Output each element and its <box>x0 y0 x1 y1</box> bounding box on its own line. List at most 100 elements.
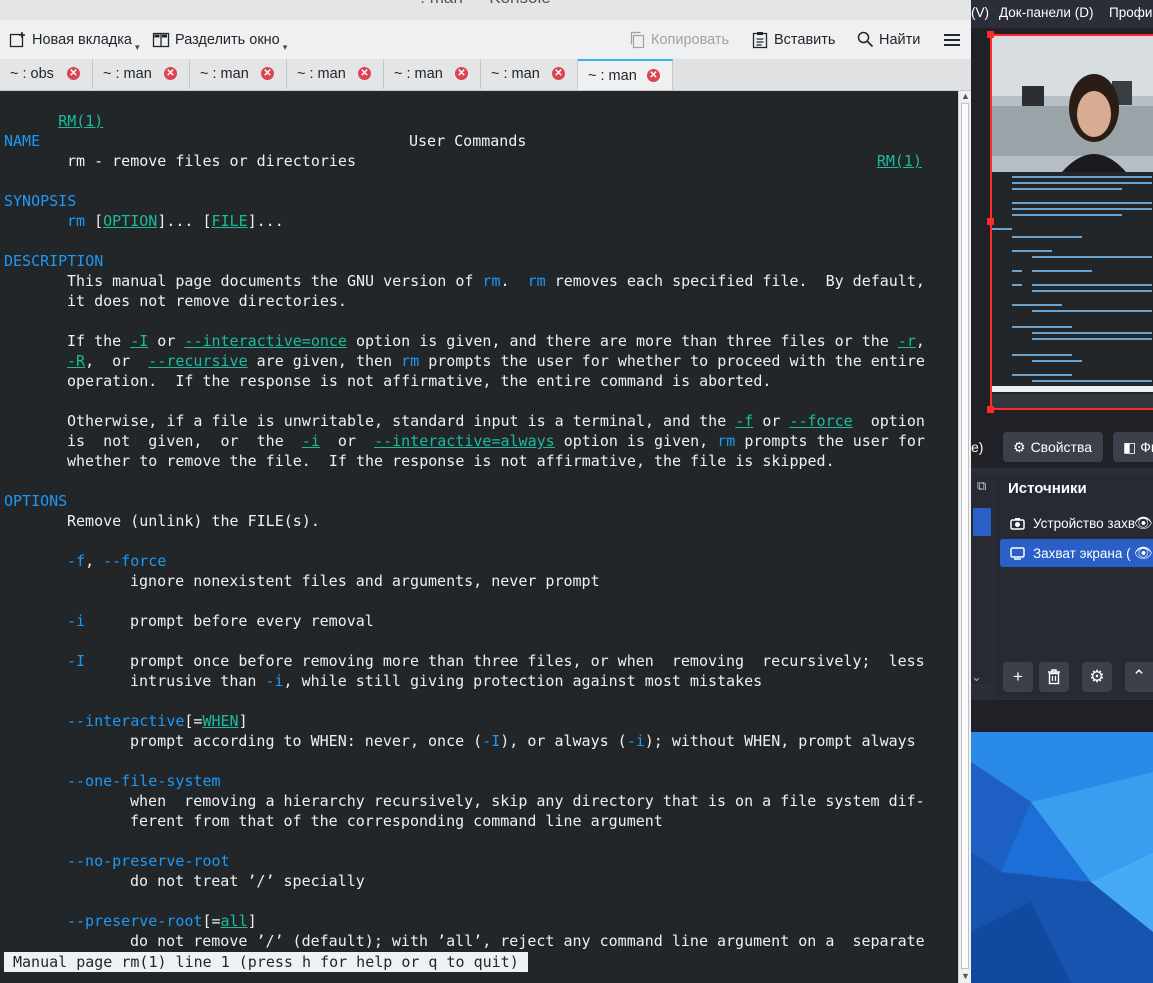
window-titlebar[interactable]: : man — Konsole <box>0 0 971 20</box>
split-view-label: Разделить окно <box>175 31 280 48</box>
option-no-preserve-root: --no-preserve-root <box>67 852 230 870</box>
new-tab-label: Новая вкладка <box>32 31 132 48</box>
section-heading-description: DESCRIPTION <box>4 252 104 270</box>
preview-image <box>992 36 1153 408</box>
close-tab-icon[interactable]: ✕ <box>647 69 660 82</box>
filters-label: Фи <box>1140 439 1153 455</box>
close-tab-icon[interactable]: ✕ <box>358 67 371 80</box>
konsole-window: : man — Konsole Новая вкладка▾ Разделить… <box>0 0 971 983</box>
close-tab-icon[interactable]: ✕ <box>455 67 468 80</box>
menu-docks[interactable]: Док-панели (D) <box>999 5 1093 20</box>
move-up-button[interactable]: ⌃ <box>1125 662 1153 692</box>
scroll-down-icon[interactable]: ▼ <box>960 971 971 981</box>
source-properties-button[interactable]: ⚙ <box>1082 662 1112 692</box>
wallpaper-image <box>971 732 1153 983</box>
synopsis-text: rm [OPTION]... [FILE]... <box>67 212 284 230</box>
search-icon <box>857 31 874 48</box>
desc-p2-line2: -R, or --recursive are given, then rm pr… <box>67 352 925 370</box>
obs-bottom-strip <box>971 700 1153 732</box>
tab-man-5[interactable]: ~ : man ✕ <box>481 59 578 89</box>
resize-handle[interactable] <box>987 406 994 413</box>
obs-context-bar: e) ⚙Свойства ◧Фи <box>971 430 1153 464</box>
man-header-left[interactable]: RM(1) <box>58 112 103 130</box>
tab-bar: ~ : obs ✕ ~ : man ✕ ~ : man ✕ ~ : man ✕ ~ : … <box>0 59 971 91</box>
tab-man-2[interactable]: ~ : man ✕ <box>190 59 287 89</box>
option-force: -f, --force <box>67 552 167 570</box>
section-heading-name: NAME <box>4 132 41 150</box>
obs-preview[interactable] <box>990 34 1153 410</box>
eye-icon[interactable]: 👁 <box>1134 514 1153 532</box>
properties-label: Свойства <box>1030 439 1093 455</box>
find-button[interactable]: Найти <box>857 20 920 59</box>
tab-man-4[interactable]: ~ : man ✕ <box>384 59 481 89</box>
resize-handle[interactable] <box>987 218 994 225</box>
chevron-up-icon: ⌃ <box>1131 667 1147 686</box>
plus-icon: + <box>1013 667 1023 686</box>
trash-icon <box>1048 669 1060 685</box>
properties-button[interactable]: ⚙ Свойства <box>1003 432 1103 462</box>
chevron-down-icon[interactable]: ⌄ <box>971 662 982 692</box>
undock-icon[interactable]: ⧉ <box>977 478 986 494</box>
desktop-wallpaper <box>971 732 1153 983</box>
menu-profile[interactable]: Профи <box>1109 5 1152 20</box>
pager-status-line: Manual page rm(1) line 1 (press h for he… <box>4 952 528 972</box>
man-header-right[interactable]: RM(1) <box>877 151 922 171</box>
option-one-file-system-desc-1: when removing a hierarchy recursively, s… <box>130 792 925 810</box>
chevron-down-icon: ▾ <box>134 42 140 52</box>
chevron-down-icon: ▾ <box>282 42 288 52</box>
source-item-screen-capture[interactable]: Захват экрана ( 👁 <box>1000 539 1153 567</box>
terminal-view[interactable]: RM(1) User Commands RM(1) NAME rm - remo… <box>0 91 958 983</box>
option-i: -i <box>67 612 86 630</box>
remove-source-button[interactable] <box>1039 662 1069 692</box>
option-I-desc-line1: prompt once before removing more than th… <box>130 652 925 670</box>
desc-p1-line1: This manual page documents the GNU versi… <box>67 272 925 290</box>
tab-label: ~ : man <box>491 66 540 82</box>
split-view-button[interactable]: Разделить окно ▾ <box>152 20 287 59</box>
option-preserve-root-desc: do not remove ’/’ (default); with ’all’,… <box>130 932 925 950</box>
man-header: RM(1) User Commands RM(1) <box>4 91 922 170</box>
desc-p2-line3: operation. If the response is not affirm… <box>67 372 772 390</box>
paste-label: Вставить <box>774 31 836 48</box>
source-label: Захват экрана ( <box>1033 545 1131 561</box>
man-header-center: User Commands <box>409 132 527 150</box>
close-tab-icon[interactable]: ✕ <box>552 67 565 80</box>
desc-p1-line2: it does not remove directories. <box>67 292 347 310</box>
copy-label: Копировать <box>651 31 730 48</box>
add-source-button[interactable]: + <box>1003 662 1033 692</box>
scrollbar-thumb[interactable] <box>961 103 969 969</box>
option-i-desc: prompt before every removal <box>130 612 374 630</box>
scroll-up-icon[interactable]: ▲ <box>960 91 971 101</box>
hamburger-menu-icon <box>944 33 960 46</box>
close-tab-icon[interactable]: ✕ <box>67 67 80 80</box>
menu-view[interactable]: (V) <box>971 5 989 20</box>
hamburger-menu-button[interactable] <box>943 20 966 59</box>
tab-label: ~ : man <box>588 67 637 84</box>
desc-p3-line2: is not given, or the -i or --interactive… <box>67 432 925 450</box>
paste-button[interactable]: Вставить <box>752 20 835 59</box>
desc-p3-line1: Otherwise, if a file is unwritable, stan… <box>67 412 925 430</box>
option-I: -I <box>67 652 86 670</box>
new-tab-button[interactable]: Новая вкладка ▾ <box>9 20 139 59</box>
terminal-scrollbar[interactable]: ▲ ▼ <box>958 91 971 983</box>
option-force-desc: ignore nonexistent files and arguments, … <box>130 572 600 590</box>
filter-icon: ◧ <box>1123 438 1137 455</box>
close-tab-icon[interactable]: ✕ <box>261 67 274 80</box>
new-tab-icon <box>9 31 25 47</box>
filters-button[interactable]: ◧Фи <box>1113 432 1153 462</box>
scene-button-tail: e) <box>971 439 984 455</box>
selected-scene-edge[interactable] <box>973 508 991 536</box>
tab-obs[interactable]: ~ : obs ✕ <box>0 59 93 89</box>
sources-title: Источники <box>1008 480 1087 497</box>
tab-man-3[interactable]: ~ : man ✕ <box>287 59 384 89</box>
tab-man-1[interactable]: ~ : man ✕ <box>93 59 190 89</box>
eye-icon[interactable]: 👁 <box>1134 544 1153 562</box>
option-I-desc-line2: intrusive than -i, while still giving pr… <box>130 672 763 690</box>
tab-man-active[interactable]: ~ : man ✕ <box>578 59 673 90</box>
close-tab-icon[interactable]: ✕ <box>164 67 177 80</box>
section-heading-options: OPTIONS <box>4 492 68 510</box>
scenes-dock-edge <box>971 474 993 684</box>
source-item-camera[interactable]: Устройство захв 👁 <box>1000 509 1153 537</box>
copy-button[interactable]: Копировать <box>629 20 729 59</box>
resize-handle[interactable] <box>987 31 994 38</box>
name-text: rm - remove files or directories <box>67 152 356 170</box>
